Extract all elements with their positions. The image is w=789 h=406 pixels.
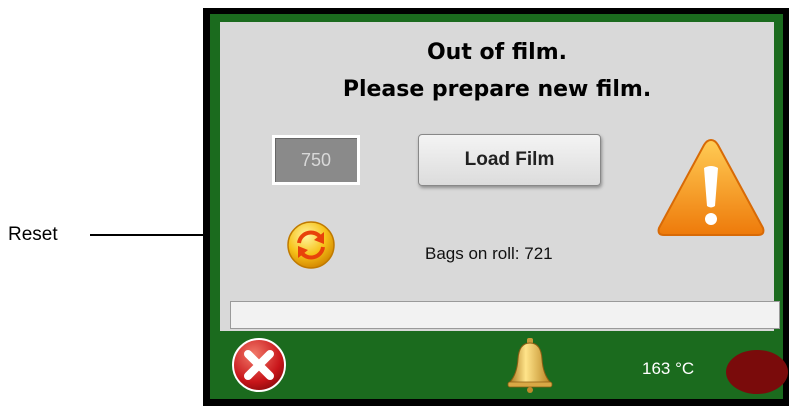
load-film-button[interactable]: Load Film <box>418 134 601 186</box>
temperature-readout: 163 °C <box>642 359 695 378</box>
hmi-panel: Out of film. Please prepare new film. 75… <box>203 8 789 406</box>
message-line-1: Out of film. <box>426 40 567 65</box>
warning-icon <box>657 138 765 236</box>
hmi-panel-inner: Out of film. Please prepare new film. 75… <box>210 14 788 399</box>
bags-on-roll-value: 721 <box>524 244 553 263</box>
status-indicator[interactable] <box>726 350 788 394</box>
film-value-field[interactable]: 750 <box>272 135 360 185</box>
message-line-2: Please prepare new film. <box>342 77 652 102</box>
status-bar <box>230 301 780 329</box>
message-screen: Out of film. Please prepare new film. 75… <box>220 22 780 331</box>
reset-icon[interactable] <box>286 220 336 270</box>
bags-on-roll: Bags on roll: 721 <box>425 244 553 264</box>
bell-icon[interactable] <box>505 337 555 393</box>
bags-on-roll-label: Bags on roll: <box>425 244 520 263</box>
close-icon[interactable] <box>230 336 288 394</box>
